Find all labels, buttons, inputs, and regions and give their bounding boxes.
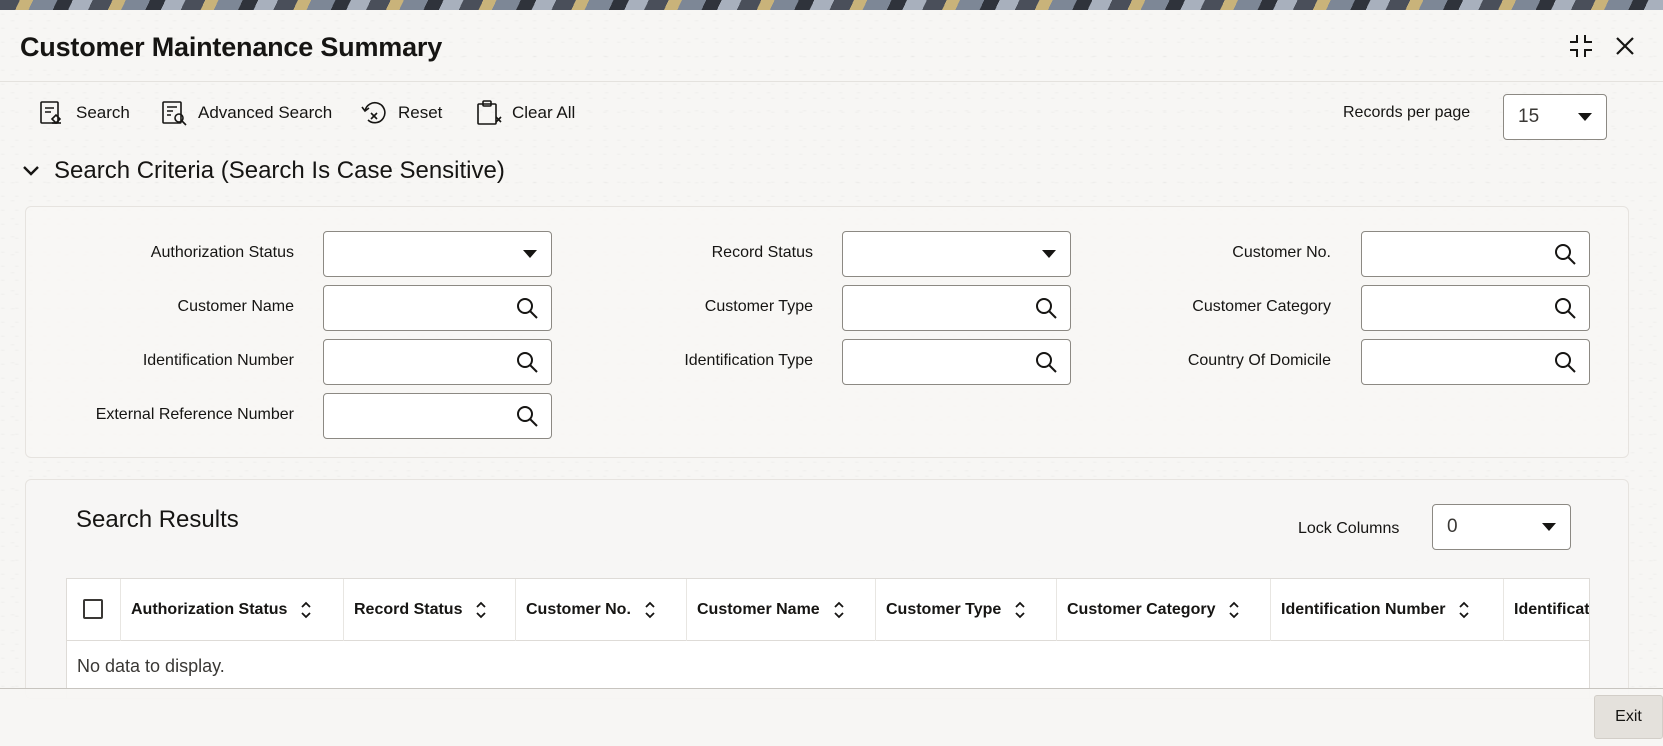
sort-icon [1459,601,1470,619]
collapse-window-icon[interactable] [1567,32,1595,60]
customer-category-label: Customer Category [1192,298,1331,315]
exit-button[interactable]: Exit [1594,695,1663,739]
customer-no-label: Customer No. [1232,244,1331,261]
search-icon[interactable] [1553,350,1577,374]
records-per-page-label: Records per page [1343,104,1471,121]
search-results-panel: Search Results Lock Columns 0 Authorizat… [25,479,1629,699]
column-header-customer-name[interactable]: Customer Name [687,579,876,641]
table-header: Authorization Status Record Status Custo… [67,579,1590,641]
customer-name-input[interactable] [323,285,552,331]
advanced-search-icon [162,101,187,126]
sort-icon [834,601,844,619]
external-reference-number-input[interactable] [323,393,552,439]
reset-button-label: Reset [398,103,443,122]
identification-number-label: Identification Number [142,352,294,369]
column-header-customer-type[interactable]: Customer Type [876,579,1057,641]
chevron-down-icon [23,166,39,176]
column-label: Authorization Status [131,601,288,618]
search-icon[interactable] [1553,242,1577,266]
search-icon[interactable] [1034,296,1058,320]
toolbar: Search Advanced Search Reset Clear All R… [0,90,1663,140]
search-icon[interactable] [515,296,539,320]
page-title: Customer Maintenance Summary [20,32,443,62]
chevron-down-icon [1042,250,1056,258]
search-button-label: Search [76,103,130,122]
search-button[interactable]: Search [38,98,130,128]
clear-all-button-label: Clear All [512,103,576,122]
advanced-search-button[interactable]: Advanced Search [160,98,332,128]
column-header-record-status[interactable]: Record Status [344,579,516,641]
identification-type-label: Identification Type [684,352,813,369]
customer-category-input[interactable] [1361,285,1590,331]
sort-icon [1015,601,1025,619]
search-results-title: Search Results [76,506,239,533]
search-criteria-title: Search Criteria (Search Is Case Sensitiv… [54,157,505,184]
authorization-status-label: Authorization Status [150,244,294,261]
column-header-authorization-status[interactable]: Authorization Status [121,579,344,641]
advanced-search-button-label: Advanced Search [198,103,333,122]
column-header-customer-category[interactable]: Customer Category [1057,579,1271,641]
results-table: Authorization Status Record Status Custo… [66,578,1590,698]
sort-icon [301,601,312,619]
close-icon[interactable] [1611,32,1639,60]
clear-all-icon [477,100,502,125]
search-icon[interactable] [515,404,539,428]
search-icon [40,101,62,125]
search-criteria-panel: Authorization Status Record Status Custo… [25,206,1629,458]
empty-table-message: No data to display. [77,656,225,676]
column-label: Record Status [354,601,463,618]
customer-name-label: Customer Name [177,298,294,315]
sort-icon [1229,601,1240,619]
column-label: Customer No. [526,601,631,618]
column-label: Identificat [1514,601,1590,618]
column-label: Identification Number [1281,601,1446,618]
column-header-identification-type[interactable]: Identificat [1504,579,1590,641]
lock-columns-select[interactable]: 0 [1432,504,1571,550]
search-icon[interactable] [1034,350,1058,374]
record-status-label: Record Status [711,244,813,261]
country-of-domicile-label: Country Of Domicile [1187,352,1331,369]
search-criteria-toggle[interactable]: Search Criteria (Search Is Case Sensitiv… [22,155,505,187]
records-per-page-value: 15 [1518,106,1540,127]
record-status-select[interactable] [842,231,1071,277]
top-banner-strip [0,0,1663,10]
reset-icon [361,101,386,124]
select-all-checkbox[interactable] [83,599,103,619]
dialog-window: Customer Maintenance Summary Search Adva… [0,10,1663,746]
column-header-identification-number[interactable]: Identification Number [1271,579,1504,641]
customer-no-input[interactable] [1361,231,1590,277]
lock-columns-label: Lock Columns [1298,520,1400,537]
identification-type-input[interactable] [842,339,1071,385]
column-label: Customer Type [886,601,1002,618]
column-header-customer-no[interactable]: Customer No. [516,579,687,641]
sort-icon [476,601,487,619]
column-label: Customer Name [697,601,820,618]
search-icon[interactable] [515,350,539,374]
customer-type-input[interactable] [842,285,1071,331]
customer-type-label: Customer Type [704,298,813,315]
chevron-down-icon [1542,523,1556,531]
footer-bar: Exit [0,688,1663,746]
authorization-status-select[interactable] [323,231,552,277]
sort-icon [645,601,655,619]
select-all-cell [67,579,121,641]
lock-columns-value: 0 [1447,516,1458,537]
chevron-down-icon [523,250,537,258]
external-reference-number-label: External Reference Number [95,406,294,423]
chevron-down-icon [1578,113,1592,121]
clear-all-button[interactable]: Clear All [474,98,575,128]
reset-button[interactable]: Reset [360,98,442,128]
title-bar: Customer Maintenance Summary [0,10,1663,82]
country-of-domicile-input[interactable] [1361,339,1590,385]
column-label: Customer Category [1067,601,1216,618]
identification-number-input[interactable] [323,339,552,385]
records-per-page-select[interactable]: 15 [1503,94,1607,140]
search-icon[interactable] [1553,296,1577,320]
